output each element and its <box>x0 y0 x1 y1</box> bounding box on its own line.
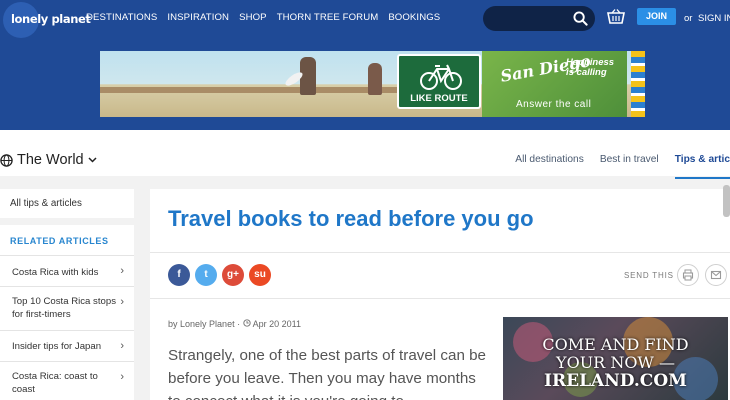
ireland-ad-line-3: IRELAND.COM <box>544 371 687 391</box>
pier-graphic <box>100 87 400 93</box>
tab-all-destinations[interactable]: All destinations <box>515 154 584 179</box>
san-diego-banner-ad[interactable]: LIKE ROUTE San Diego Happiness is callin… <box>100 51 645 117</box>
publish-date: Apr 20 2011 <box>252 319 301 329</box>
by-prefix: by <box>168 319 178 329</box>
send-this-label: SEND THIS <box>624 271 674 280</box>
world-title: The World <box>17 152 84 168</box>
search-input[interactable] <box>483 6 595 31</box>
logo-text: lonely planet <box>11 12 91 26</box>
related-item-costa-rica-kids[interactable]: Costa Rica with kids › <box>0 255 134 286</box>
print-button[interactable] <box>677 264 699 286</box>
related-item-label: Top 10 Costa Rica stops for first-timers <box>12 296 116 320</box>
answer-the-call: Answer the call <box>516 99 592 110</box>
clock-icon <box>242 319 253 329</box>
sign-in-link[interactable]: SIGN IN <box>698 13 730 24</box>
globe-icon <box>0 153 13 167</box>
ireland-ad-line-2: YOUR NOW — <box>556 353 675 372</box>
stumbleupon-share-button[interactable]: su <box>249 264 271 286</box>
divider <box>150 252 730 253</box>
tab-tips-articles[interactable]: Tips & artic <box>674 154 730 179</box>
related-item-label: Costa Rica with kids <box>12 267 99 278</box>
world-tabs: All destinations Best in travel Tips & a… <box>515 154 730 179</box>
top-navigation-bar: lonely planet DESTINATIONS INSPIRATION S… <box>0 0 730 38</box>
related-articles-panel: RELATED ARTICLES Costa Rica with kids › … <box>0 225 134 400</box>
related-item-label: Insider tips for Japan <box>12 341 102 352</box>
bicycle-icon <box>420 64 462 90</box>
byline: by Lonely Planet · Apr 20 2011 <box>168 319 301 329</box>
chevron-right-icon: › <box>120 340 124 352</box>
sign-label: LIKE ROUTE <box>410 93 468 104</box>
stumbleupon-icon: su <box>254 269 266 280</box>
happiness-tagline: Happiness is calling <box>566 57 615 78</box>
ad-stripe <box>631 51 645 117</box>
divider <box>150 298 730 299</box>
or-label: or <box>684 13 693 24</box>
all-tips-link[interactable]: All tips & articles <box>10 198 82 209</box>
related-item-japan-tips[interactable]: Insider tips for Japan › <box>0 330 134 361</box>
chevron-right-icon: › <box>120 296 124 308</box>
article-body: Strangely, one of the best parts of trav… <box>168 347 487 400</box>
byline-separator: · <box>237 319 241 329</box>
san-diego-panel: San Diego Happiness is calling Answer th… <box>482 51 627 117</box>
ireland-ad[interactable]: COME AND FIND YOUR NOW — IRELAND.COM <box>503 317 728 400</box>
search-icon[interactable] <box>573 11 588 26</box>
nav-shop[interactable]: SHOP <box>239 12 267 23</box>
scrollbar-thumb[interactable] <box>723 185 730 217</box>
nav-inspiration[interactable]: INSPIRATION <box>167 12 229 23</box>
article-title: Travel books to read before you go <box>168 206 534 231</box>
nav-thorn-tree-forum[interactable]: THORN TREE FORUM <box>277 12 379 23</box>
print-icon <box>682 269 694 281</box>
chevron-right-icon: › <box>120 265 124 277</box>
author-link[interactable]: Lonely Planet <box>180 319 235 329</box>
tab-best-in-travel[interactable]: Best in travel <box>600 154 659 179</box>
google-plus-icon: g+ <box>227 269 239 280</box>
chevron-down-icon <box>88 157 97 163</box>
cyclist-figure <box>368 63 382 95</box>
basket-icon[interactable] <box>607 9 625 25</box>
bike-route-sign: LIKE ROUTE <box>397 54 481 109</box>
email-icon <box>710 270 722 280</box>
related-item-top-10-costa-rica[interactable]: Top 10 Costa Rica stops for first-timers… <box>0 286 134 330</box>
facebook-icon: f <box>177 269 181 280</box>
lonely-planet-logo[interactable]: lonely planet <box>3 2 91 38</box>
world-selector[interactable]: The World <box>0 152 97 168</box>
chevron-right-icon: › <box>120 371 124 383</box>
related-item-coast-to-coast[interactable]: Costa Rica: coast to coast › <box>0 361 134 400</box>
facebook-share-button[interactable]: f <box>168 264 190 286</box>
ireland-ad-line-1: COME AND FIND <box>542 335 689 354</box>
related-articles-heading: RELATED ARTICLES <box>10 236 109 246</box>
twitter-share-button[interactable]: t <box>195 264 217 286</box>
related-item-label: Costa Rica: coast to coast <box>12 371 98 395</box>
email-button[interactable] <box>705 264 727 286</box>
google-plus-share-button[interactable]: g+ <box>222 264 244 286</box>
nav-bookings[interactable]: BOOKINGS <box>388 12 440 23</box>
join-button[interactable]: JOIN <box>637 8 676 25</box>
main-nav: DESTINATIONS INSPIRATION SHOP THORN TREE… <box>86 12 440 23</box>
nav-destinations[interactable]: DESTINATIONS <box>86 12 157 23</box>
twitter-icon: t <box>204 269 208 280</box>
all-tips-link-box[interactable]: All tips & articles <box>0 189 134 218</box>
